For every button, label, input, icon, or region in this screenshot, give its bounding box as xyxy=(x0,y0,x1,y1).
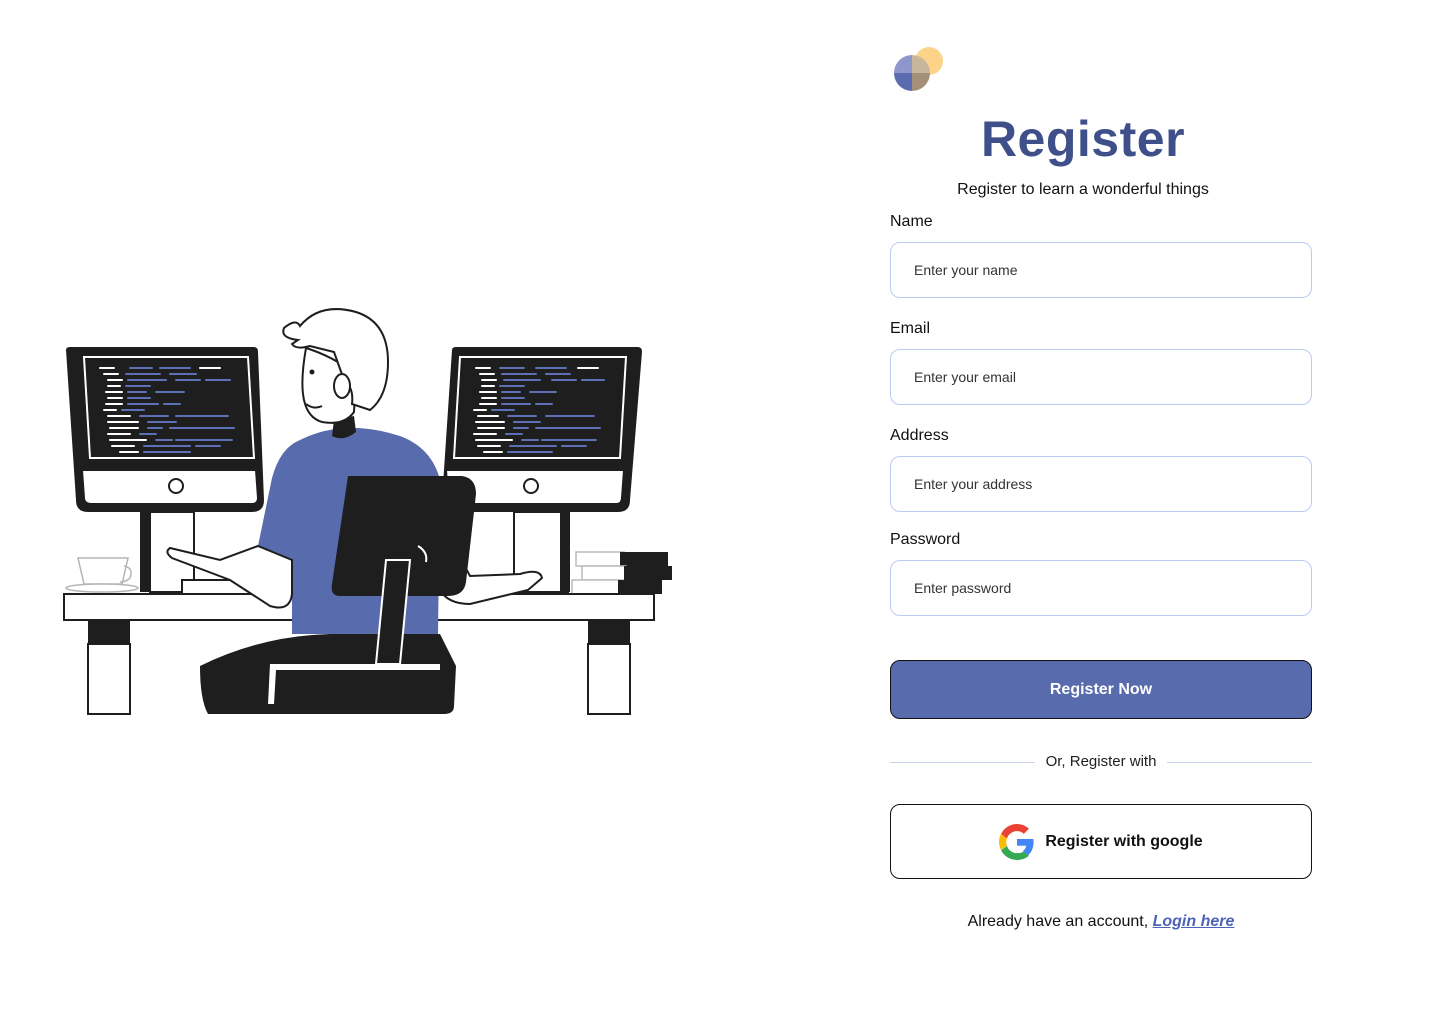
social-divider: Or, Register with xyxy=(890,750,1312,774)
register-now-button[interactable]: Register Now xyxy=(890,660,1312,719)
name-input[interactable] xyxy=(890,242,1312,298)
address-label: Address xyxy=(890,427,949,444)
google-button-label: Register with google xyxy=(1045,832,1203,850)
address-input[interactable] xyxy=(890,456,1312,512)
email-label: Email xyxy=(890,320,931,337)
google-icon xyxy=(999,823,1034,860)
coffee-cup-icon xyxy=(65,557,139,593)
divider-line-right xyxy=(1167,762,1312,763)
login-link[interactable]: Login here xyxy=(1153,913,1235,930)
register-panel: Register Register to learn a wonderful t… xyxy=(890,0,1312,1024)
register-with-google-button[interactable]: Register with google xyxy=(890,804,1312,879)
developer-at-desk-illustration xyxy=(63,308,672,715)
page-title: Register xyxy=(980,111,1186,167)
login-prompt-text: Already have an account, xyxy=(967,913,1153,930)
password-input[interactable] xyxy=(890,560,1312,616)
brand-logo-icon xyxy=(894,47,943,91)
books-icon xyxy=(571,551,672,595)
login-prompt: Already have an account, Login here xyxy=(890,913,1312,931)
name-label: Name xyxy=(890,213,933,230)
password-label: Password xyxy=(890,531,961,548)
page-subtitle: Register to learn a wonderful things xyxy=(957,181,1209,198)
email-input[interactable] xyxy=(890,349,1312,405)
